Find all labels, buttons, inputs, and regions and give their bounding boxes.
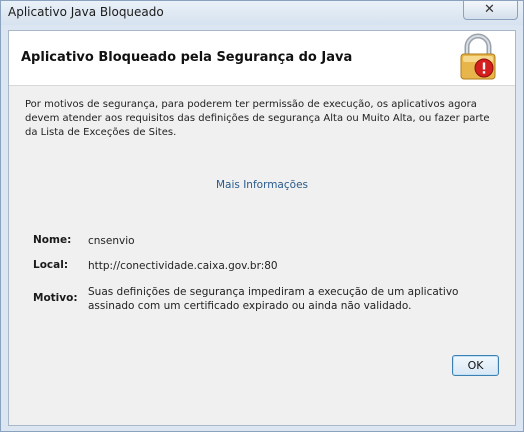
ok-button[interactable]: OK bbox=[452, 355, 499, 376]
location-value: http://conectividade.caixa.gov.br:80 bbox=[88, 260, 278, 272]
dialog-content: Aplicativo Bloqueado pela Segurança do J… bbox=[8, 30, 516, 426]
dialog-window: Aplicativo Java Bloqueado ✕ Aplicativo B… bbox=[0, 0, 524, 432]
dialog-heading: Aplicativo Bloqueado pela Segurança do J… bbox=[21, 50, 353, 65]
more-info-link[interactable]: Mais Informações bbox=[1, 179, 523, 191]
reason-value: Suas definições de segurança impediram a… bbox=[88, 286, 459, 312]
name-label: Nome: bbox=[33, 234, 72, 246]
security-message: Por motivos de segurança, para poderem t… bbox=[25, 99, 490, 138]
close-button[interactable]: ✕ bbox=[463, 1, 518, 20]
name-value: cnsenvio bbox=[88, 235, 135, 247]
reason-label: Motivo: bbox=[33, 292, 78, 304]
padlock-warning-icon bbox=[460, 33, 496, 80]
close-icon: ✕ bbox=[484, 2, 495, 17]
location-label: Local: bbox=[33, 259, 69, 271]
dialog-header: Aplicativo Bloqueado pela Segurança do J… bbox=[9, 31, 515, 86]
title-bar[interactable]: Aplicativo Java Bloqueado ✕ bbox=[1, 1, 523, 25]
window-title: Aplicativo Java Bloqueado bbox=[8, 5, 164, 19]
